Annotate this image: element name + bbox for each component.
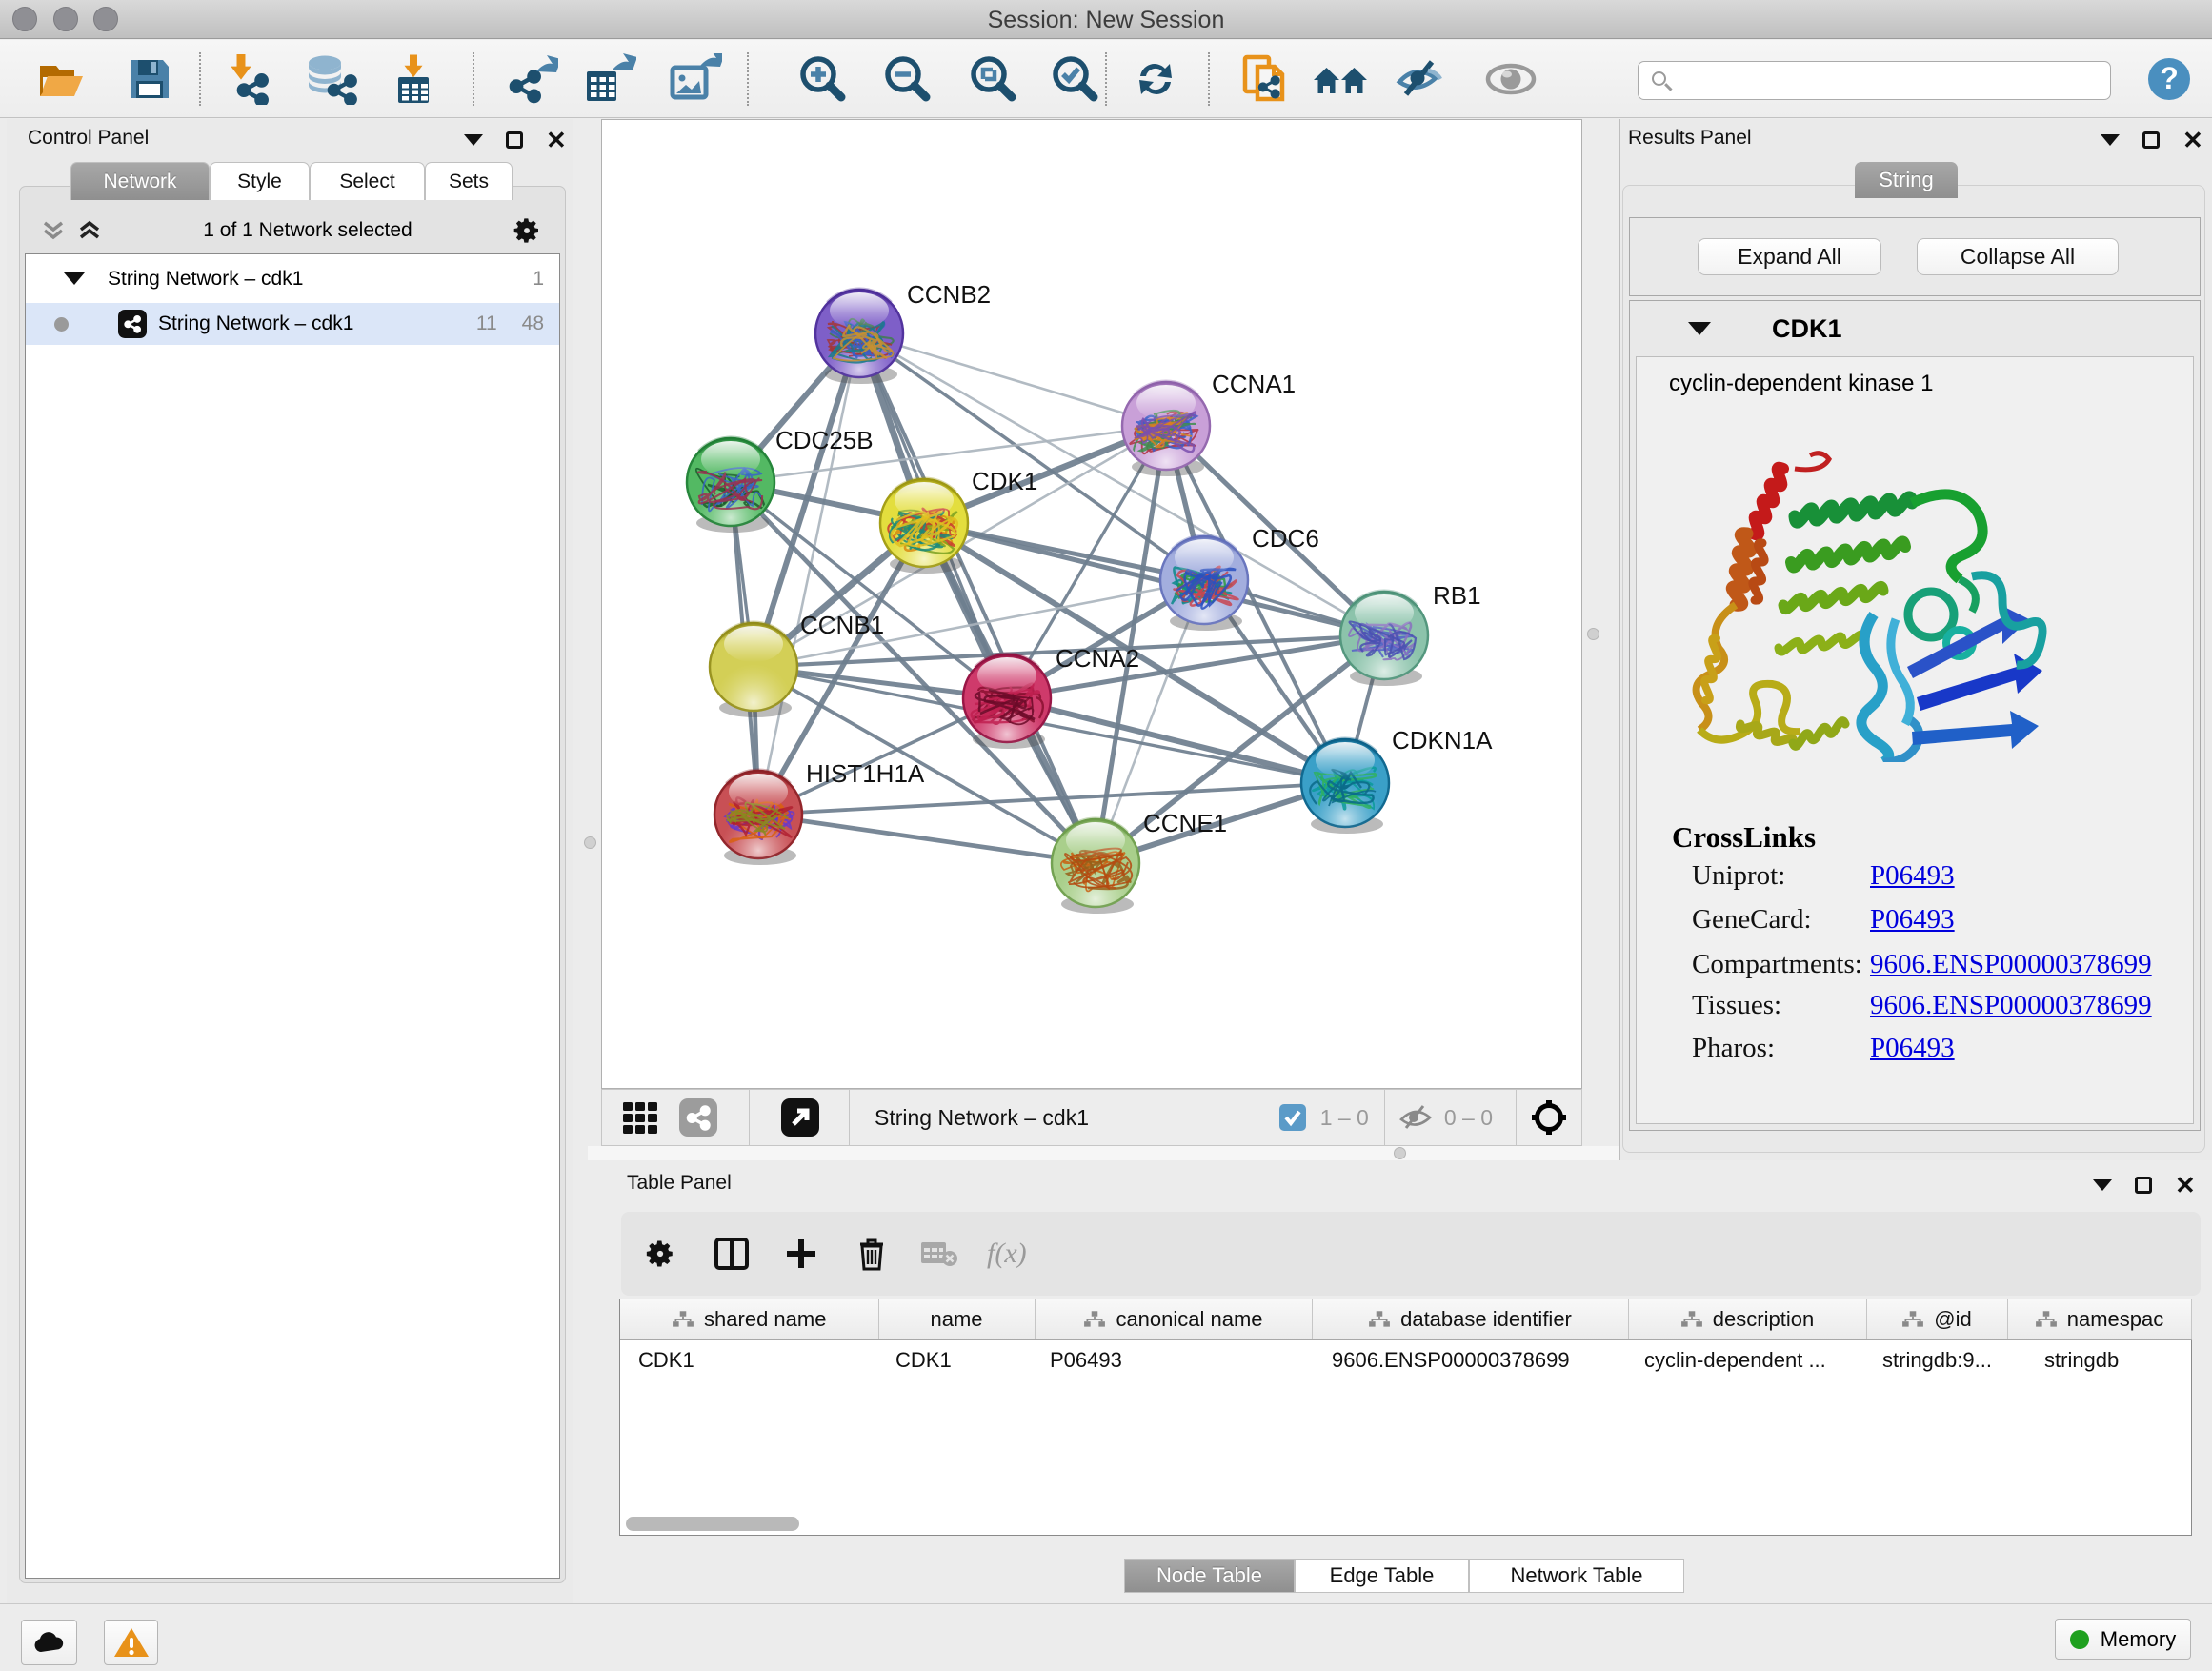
svg-text:CDK1: CDK1 xyxy=(972,467,1037,495)
svg-text:CCNE1: CCNE1 xyxy=(1143,809,1227,837)
svg-text:?: ? xyxy=(2160,61,2179,95)
svg-text:CCNB2: CCNB2 xyxy=(907,280,991,309)
svg-text:CDC25B: CDC25B xyxy=(775,426,874,454)
svg-text:RB1: RB1 xyxy=(1433,581,1481,610)
svg-text:CCNA1: CCNA1 xyxy=(1212,370,1296,398)
svg-text:CCNB1: CCNB1 xyxy=(800,611,884,639)
svg-text:CDKN1A: CDKN1A xyxy=(1392,726,1493,755)
svg-text:CCNA2: CCNA2 xyxy=(1056,644,1139,673)
svg-text:HIST1H1A: HIST1H1A xyxy=(806,759,925,788)
svg-text:CDC6: CDC6 xyxy=(1252,524,1319,553)
